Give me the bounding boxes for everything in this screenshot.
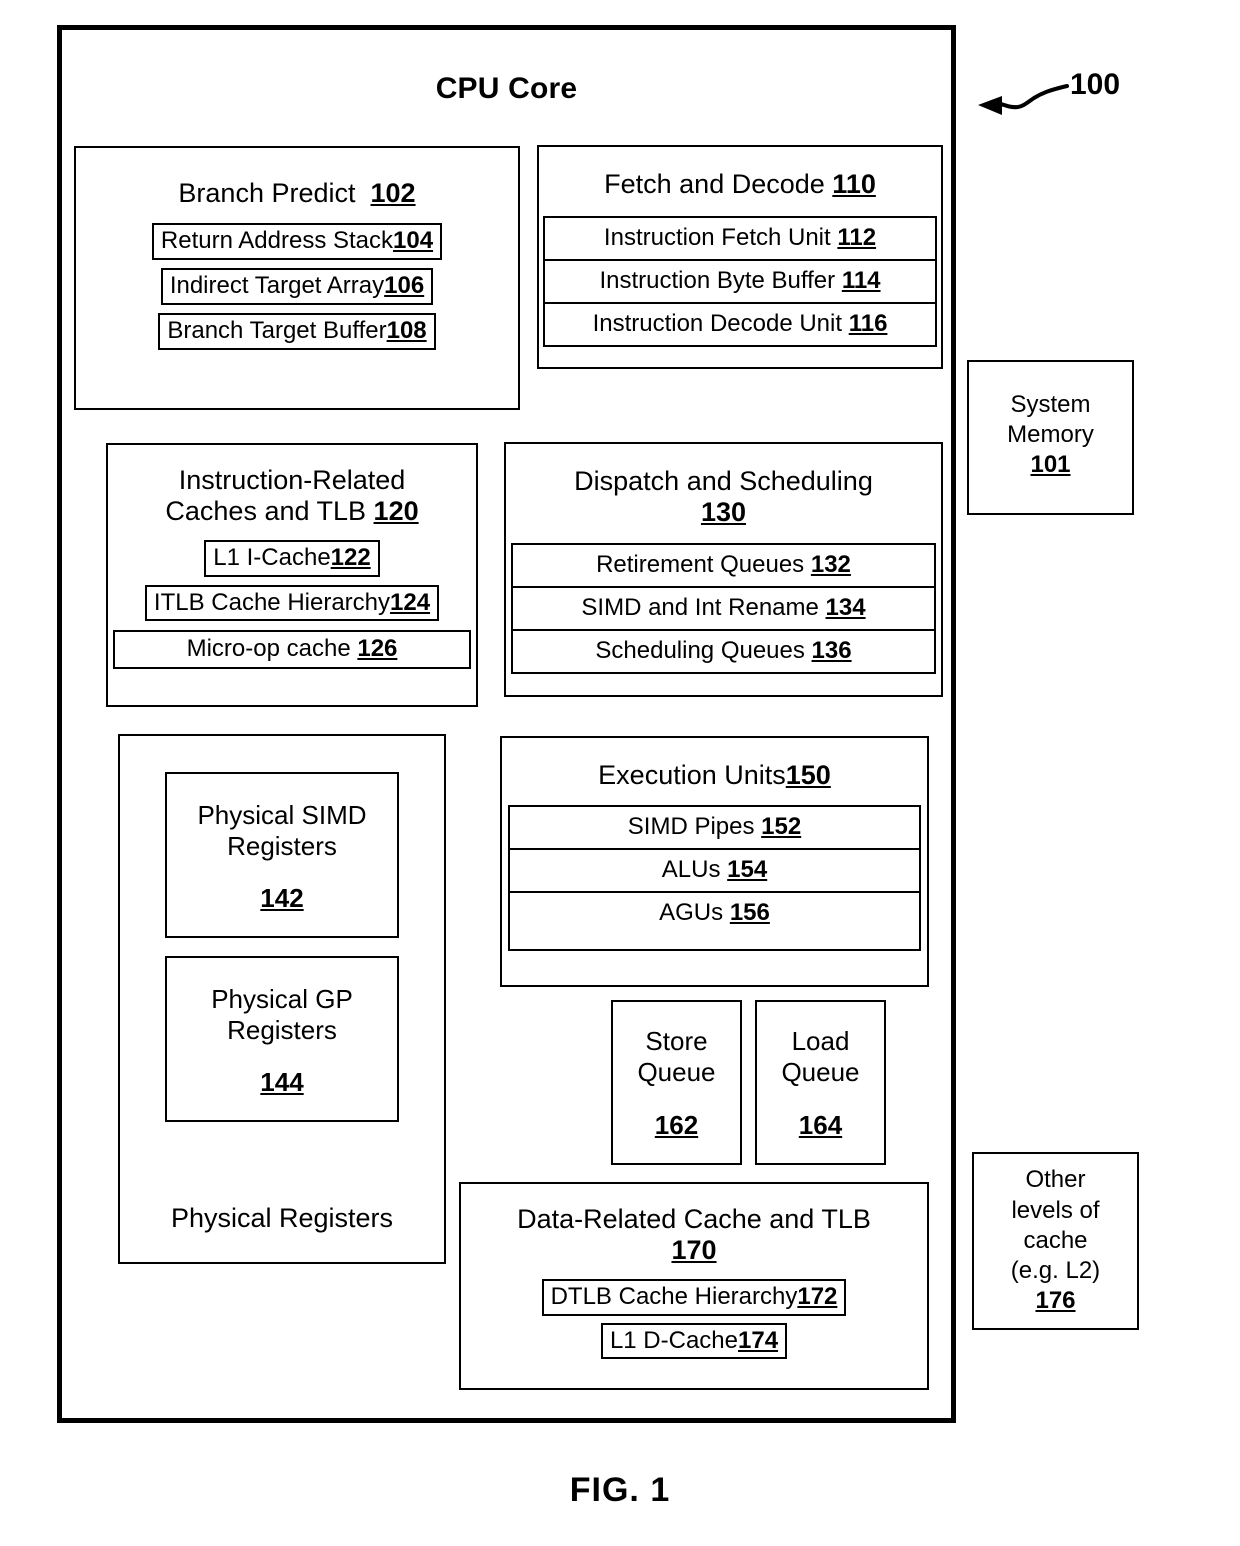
fetch-and-decode-subunits: Instruction Fetch Unit 112 Instruction B…	[543, 216, 937, 348]
load-queue-block: Load Queue 164	[755, 1000, 886, 1165]
store-queue-label: Store Queue 162	[613, 1026, 740, 1142]
execution-units-block: Execution Units150 SIMD Pipes 152 ALUs 1…	[500, 736, 929, 987]
store-queue-block: Store Queue 162	[611, 1000, 742, 1165]
dtlb-cache-hierarchy-box: DTLB Cache Hierarchy 172	[541, 1278, 847, 1316]
system-memory-ref: 101	[1030, 450, 1071, 478]
data-related-cache-block: Data-Related Cache and TLB 170 DTLB Cach…	[459, 1182, 929, 1390]
instruction-decode-unit-row: Instruction Decode Unit 116	[592, 310, 888, 338]
micro-op-cache-box: Micro-op cache 126	[113, 630, 471, 670]
physical-registers-label: Physical Registers	[170, 1203, 394, 1233]
load-queue-label: Load Queue 164	[757, 1026, 884, 1142]
physical-gp-registers-ref: 144	[260, 1067, 304, 1098]
other-levels-of-cache-ref: 176	[1035, 1287, 1076, 1315]
physical-gp-registers-box: Physical GP Registers 144	[165, 956, 399, 1123]
simd-and-int-rename-row: SIMD and Int Rename 134	[513, 588, 934, 631]
execution-units-subunits: SIMD Pipes 152 ALUs 154 AGUs 156	[508, 805, 921, 952]
scheduling-queues-row: Scheduling Queues 136	[595, 636, 852, 664]
fetch-and-decode-title: Fetch and Decode 110	[604, 169, 876, 199]
retirement-queues-row: Retirement Queues 132	[513, 545, 934, 588]
itlb-cache-hierarchy-box: ITLB Cache Hierarchy 124	[144, 584, 440, 622]
data-related-cache-ref: 170	[671, 1235, 717, 1266]
alus-row: ALUs 154	[510, 850, 919, 894]
instruction-byte-buffer-row: Instruction Byte Buffer 114	[545, 261, 935, 305]
dispatch-and-scheduling-title: Dispatch and Scheduling 130	[574, 466, 873, 528]
return-address-stack-box: Return Address Stack 104	[151, 223, 443, 261]
execution-units-title: Execution Units150	[598, 760, 831, 790]
execution-units-ref: 150	[785, 760, 831, 790]
fetch-and-decode-ref: 110	[832, 169, 876, 199]
l1-dcache-box: L1 D-Cache 174	[600, 1322, 788, 1360]
dispatch-and-scheduling-block: Dispatch and Scheduling 130 Retirement Q…	[504, 442, 943, 697]
diagram-reference-number: 100	[1070, 68, 1121, 101]
physical-registers-block: Physical SIMD Registers 142 Physical GP …	[118, 734, 446, 1264]
cpu-core-title: CPU Core	[435, 72, 578, 105]
other-levels-of-cache-label: Other levels of cache (e.g. L2) 176	[1010, 1166, 1101, 1315]
branch-predict-ref: 102	[370, 178, 416, 208]
agus-row: AGUs 156	[659, 899, 770, 927]
branch-target-buffer-box: Branch Target Buffer 108	[158, 313, 436, 351]
store-queue-ref: 162	[654, 1110, 699, 1141]
instruction-related-caches-ref: 120	[373, 496, 419, 527]
dispatch-and-scheduling-ref: 130	[700, 497, 747, 528]
branch-predict-title: Branch Predict 102	[178, 178, 416, 208]
indirect-target-array-box: Indirect Target Array 106	[160, 268, 434, 306]
instruction-fetch-unit-row: Instruction Fetch Unit 112	[545, 218, 935, 262]
instruction-related-caches-title: Instruction-Related Caches and TLB 120	[165, 465, 419, 527]
load-queue-ref: 164	[798, 1110, 843, 1141]
diagram-reference-callout: 100	[962, 60, 1142, 140]
branch-predict-block: Branch Predict 102 Return Address Stack …	[74, 146, 520, 410]
simd-pipes-row: SIMD Pipes 152	[510, 807, 919, 851]
system-memory-label: System Memory 101	[1007, 390, 1094, 478]
system-memory-block: System Memory 101	[967, 360, 1134, 515]
figure-caption: FIG. 1	[569, 1471, 671, 1509]
dispatch-subunits: Retirement Queues 132 SIMD and Int Renam…	[511, 542, 936, 674]
other-levels-of-cache-block: Other levels of cache (e.g. L2) 176	[972, 1152, 1139, 1330]
instruction-related-caches-block: Instruction-Related Caches and TLB 120 L…	[106, 443, 478, 707]
physical-simd-registers-ref: 142	[260, 883, 304, 914]
l1-icache-box: L1 I-Cache 122	[204, 539, 380, 577]
data-related-cache-title: Data-Related Cache and TLB 170	[517, 1204, 871, 1266]
physical-simd-registers-box: Physical SIMD Registers 142	[165, 772, 399, 939]
fetch-and-decode-block: Fetch and Decode 110 Instruction Fetch U…	[537, 145, 943, 369]
